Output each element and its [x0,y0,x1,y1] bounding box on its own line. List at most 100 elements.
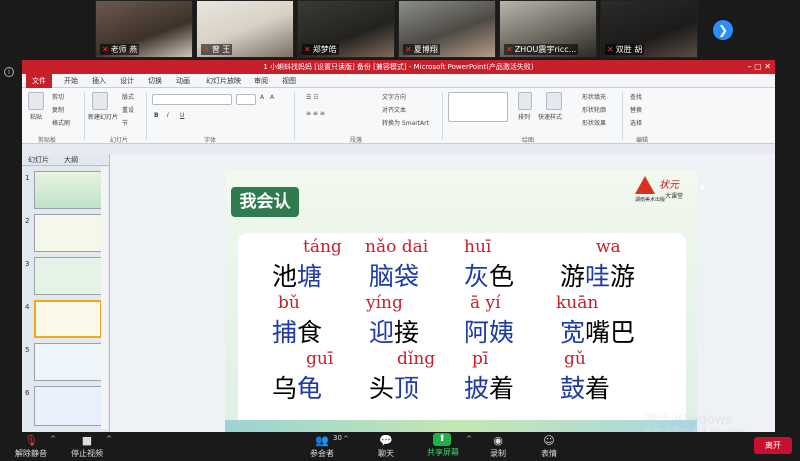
quick-styles-button[interactable]: 快速样式 [538,112,562,121]
smartart-button[interactable]: 转换为 SmartArt [382,118,429,127]
logo-mark-icon [635,176,655,194]
video-tile[interactable]: ✕ 双胜 胡 [600,0,698,58]
record-icon: ◉ [493,434,503,447]
share-screen-button[interactable]: 共享屏幕 [422,447,464,460]
arrange-button[interactable]: 排列 [518,112,530,121]
arrange-icon[interactable] [518,92,532,110]
reset-button[interactable]: 重设 [122,105,134,114]
copy-button[interactable]: 复制 [52,105,64,114]
vocab-word: 脑袋 [369,262,420,291]
slide-thumbnail[interactable] [34,171,102,209]
shrink-font-button[interactable]: A [270,94,274,101]
chevron-up-icon[interactable]: ^ [50,435,56,443]
grow-font-button[interactable]: A [260,94,264,101]
stop-video-button[interactable]: ■ 停止视频 [66,433,108,460]
share-screen-icon[interactable]: ⬆ [433,433,451,446]
cut-button[interactable]: 剪切 [52,92,64,101]
participant-name: ✕ 老师 燕 [100,44,140,55]
slide-heading: 我会认 [231,187,299,217]
slide-decoration [225,420,697,432]
slide-number: 6 [25,389,30,397]
quick-styles-icon[interactable] [546,92,562,110]
tab-home[interactable]: 开始 [64,74,78,88]
pane-scrollbar[interactable] [101,167,108,429]
chevron-up-icon[interactable]: ^ [343,435,349,443]
font-size-select[interactable] [236,94,256,105]
section-button[interactable]: 节 [122,118,128,127]
chat-icon: 💬 [379,434,393,447]
tab-outline[interactable]: 大纲 [64,155,78,165]
group-label: 字体 [204,137,217,144]
replace-button[interactable]: 替换 [630,105,642,114]
slide-thumbnail[interactable] [34,386,102,426]
tab-slideshow[interactable]: 幻灯片放映 [206,74,241,88]
tab-file[interactable]: 文件 [26,74,52,88]
powerpoint-window: 1 小蝌蚪找妈妈 [设置只读版] 备份 [兼容模式] - Microsoft P… [22,60,775,432]
slide-thumbnail[interactable] [34,343,102,381]
unmute-button[interactable]: 🎙 解除静音 [10,433,52,460]
window-title: 1 小蝌蚪找妈妈 [设置只读版] 备份 [兼容模式] - Microsoft P… [263,63,534,71]
tab-animations[interactable]: 动画 [176,74,190,88]
video-tile[interactable]: ✕ 郑梦皓 [297,0,395,58]
vocabulary-card: táng 池塘 nǎo dai 脑袋 huī 灰色 wa 游哇游 bǔ 捕食 y… [238,233,686,429]
new-slide-icon[interactable] [92,92,108,110]
video-tile[interactable]: ✕ ZHOU震宇ricc... [499,0,597,58]
layout-button[interactable]: 版式 [122,92,134,101]
shape-effects-button[interactable]: 形状效果 [582,118,606,127]
pinyin: guī [306,349,334,369]
bold-button[interactable]: B [154,112,159,119]
underline-button[interactable]: U [180,112,184,119]
align-text-button[interactable]: 对齐文本 [382,105,406,114]
slide-thumbnail[interactable] [34,214,102,252]
tab-transitions[interactable]: 切换 [148,74,162,88]
pane-tabs: 幻灯片 大纲 [22,154,110,166]
video-tile[interactable]: ✕ 老师 燕 [95,0,193,58]
record-button[interactable]: ◉ 录制 [484,433,512,460]
info-icon[interactable]: i [4,67,14,77]
tab-slides[interactable]: 幻灯片 [28,155,49,165]
tab-view[interactable]: 视图 [282,74,296,88]
group-label: 编辑 [636,137,649,144]
bullets-icon[interactable]: ☰ ☷ [306,94,319,101]
participants-button[interactable]: 👥 参会者 30 [305,433,342,460]
chevron-up-icon[interactable]: ^ [466,435,472,443]
new-slide-button[interactable]: 新建幻灯片 [88,112,118,121]
italic-button[interactable]: I [167,112,169,119]
align-icon[interactable]: ≡ ≡ ≡ [306,110,325,117]
vocab-word: 迎接 [369,318,420,347]
slide-thumbnail[interactable] [34,257,102,295]
vocab-word: 灰色 [464,262,515,291]
mic-muted-icon: ✕ [203,45,210,54]
window-title-bar: 1 小蝌蚪找妈妈 [设置只读版] 备份 [兼容模式] - Microsoft P… [22,60,775,74]
participant-name: ✕ ZHOU震宇ricc... [504,44,579,55]
tab-insert[interactable]: 插入 [92,74,106,88]
shape-fill-button[interactable]: 形状填充 [582,92,606,101]
leave-button[interactable]: 离开 [754,437,792,454]
paste-icon[interactable] [28,92,44,110]
pinyin: yíng [366,293,403,313]
slide-thumbnail-selected[interactable] [34,300,102,338]
reactions-button[interactable]: ☺ 表情 [535,433,563,460]
paste-button[interactable]: 粘贴 [30,112,42,121]
tab-review[interactable]: 审阅 [254,74,268,88]
video-tile[interactable]: ✕ 夏博翔 [398,0,496,58]
divider [146,92,147,140]
video-tile[interactable]: ✕ 曾 王 [196,0,294,58]
pinyin: dǐng [397,349,436,369]
window-controls[interactable]: – ▢ ✕ [748,60,771,74]
find-button[interactable]: 查找 [630,92,642,101]
format-painter-button[interactable]: 格式刷 [52,118,70,127]
shape-outline-button[interactable]: 形状轮廓 [582,105,606,114]
shapes-gallery[interactable] [448,92,508,122]
next-page-icon[interactable]: ❯ [713,20,733,40]
tab-design[interactable]: 设计 [120,74,134,88]
slides-pane: 幻灯片 大纲 1 2 3 4 5 6 [22,154,110,432]
camera-icon: ■ [81,434,93,447]
chevron-up-icon[interactable]: ^ [106,435,112,443]
select-button[interactable]: 选择 [630,118,642,127]
chat-button[interactable]: 💬 聊天 [372,433,400,460]
logo-brand: 状元 [659,180,679,191]
font-name-select[interactable] [152,94,232,105]
logo-sub: 大课堂 [665,193,684,200]
text-direction-button[interactable]: 文字方向 [382,92,406,101]
